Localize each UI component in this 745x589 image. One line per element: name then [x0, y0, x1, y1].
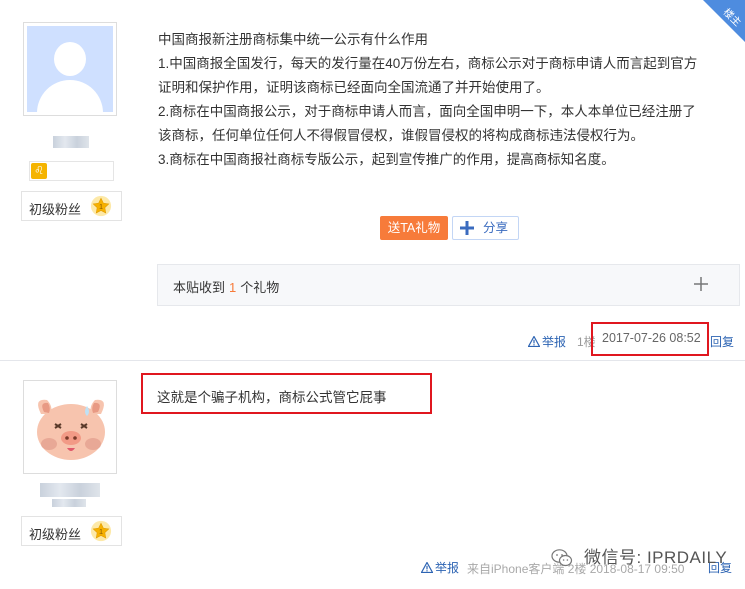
fan-level-badge[interactable]: 初级粉丝 1 — [21, 516, 122, 546]
wechat-icon — [551, 549, 573, 567]
user-avatar[interactable] — [23, 380, 117, 474]
post-line: 该商标，任何单位任何人不得假冒侵权，谁假冒侵权的将构成商标违法侵权行为。 — [158, 128, 644, 143]
svg-text:1: 1 — [99, 202, 103, 211]
post-line: 2.商标在中国商报公示，对于商标申请人而言，面向全国申明一下，本人本单位已经注册… — [158, 104, 696, 119]
reply-link[interactable]: 回复 — [710, 333, 734, 350]
content-highlight-box — [141, 373, 432, 414]
date-highlight-box — [591, 322, 709, 356]
pig-avatar-icon — [37, 399, 105, 460]
username-blurred[interactable] — [53, 136, 89, 148]
username-blurred-line2 — [52, 499, 86, 507]
post-line: 证明和保护作用，证明该商标已经面向全国流通了并开始使用了。 — [158, 80, 550, 95]
post-line: 中国商报新注册商标集中统一公示有什么作用 — [158, 32, 428, 47]
watermark-text: 微信号: IPRDAILY — [584, 548, 728, 567]
send-gift-button[interactable]: 送TA礼物 — [380, 216, 448, 240]
gift-count: 1 — [229, 280, 237, 295]
share-button[interactable]: 分享 — [452, 216, 519, 240]
username-blurred[interactable] — [40, 483, 100, 497]
post-content: 中国商报新注册商标集中统一公示有什么作用 1.中国商报全国发行，每天的发行量在4… — [158, 28, 728, 172]
star-icon: 1 — [90, 195, 112, 217]
user-avatar[interactable] — [23, 22, 117, 116]
gift-received-panel[interactable]: 本贴收到 1 个礼物 — [157, 264, 740, 306]
expand-plus-icon[interactable] — [693, 276, 709, 292]
report-link[interactable]: 举报 — [421, 559, 459, 576]
post-first-floor: 楼主 ♌ 初级粉丝 1 中国商报新注册商标集中统一公示有什么作用 1.中国商报全… — [0, 0, 745, 361]
report-link[interactable]: 举报 — [528, 333, 566, 350]
gift-suffix: 个礼物 — [240, 280, 280, 295]
default-user-icon — [27, 26, 113, 112]
warning-icon — [421, 562, 433, 573]
post-line: 1.中国商报全国发行，每天的发行量在40万份左右，商标公示对于商标申请人而言起到… — [158, 56, 698, 71]
gift-prefix: 本贴收到 — [173, 280, 226, 295]
warning-icon — [528, 336, 540, 347]
svg-text:1: 1 — [99, 527, 103, 536]
plus-icon — [460, 221, 474, 235]
star-icon: 1 — [90, 520, 112, 542]
zodiac-badge: ♌ — [29, 161, 114, 181]
fan-level-badge[interactable]: 初级粉丝 1 — [21, 191, 122, 221]
leo-icon: ♌ — [31, 163, 47, 179]
post-line: 3.商标在中国商报社商标专版公示，起到宣传推广的作用，提高商标知名度。 — [158, 152, 615, 167]
